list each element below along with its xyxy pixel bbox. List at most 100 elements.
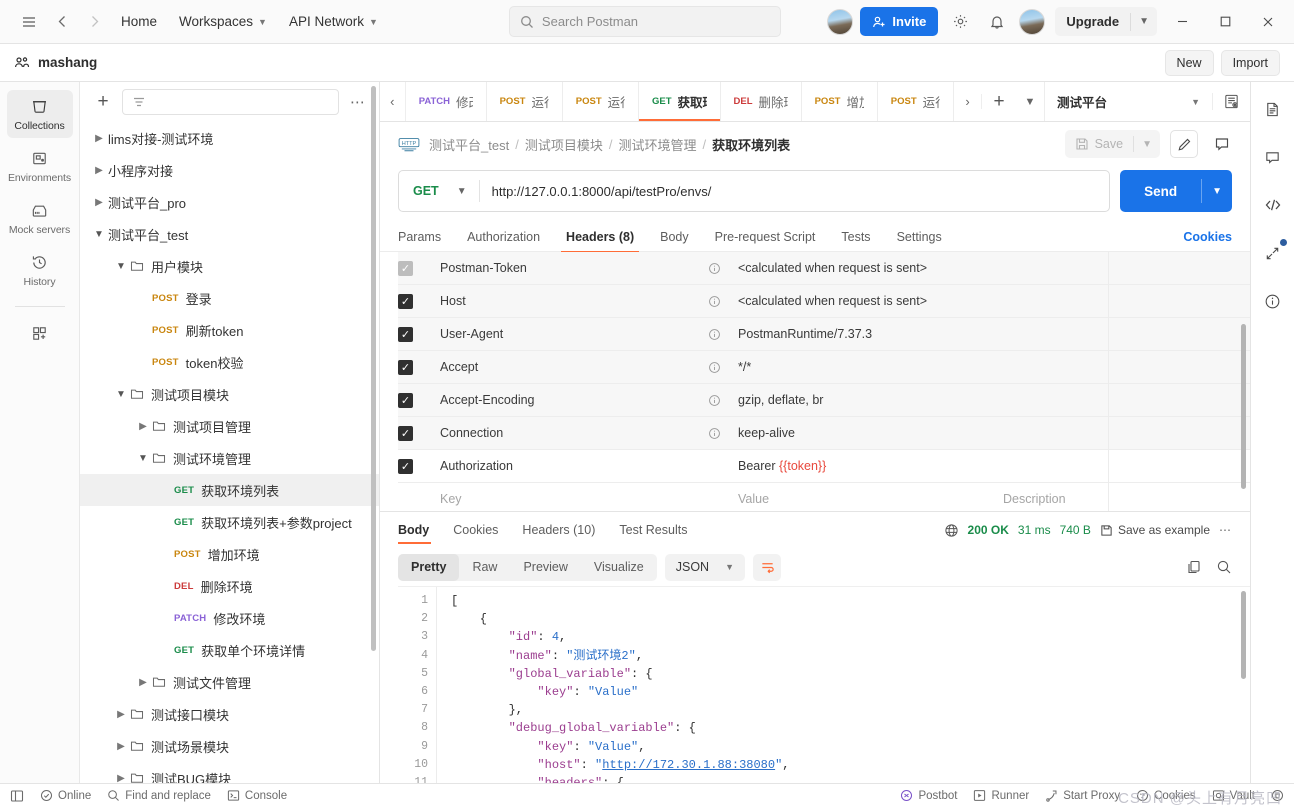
header-key[interactable]: Host <box>440 294 708 308</box>
tabs-scroll-left-icon[interactable]: ‹ <box>380 82 406 121</box>
request-tab-tests[interactable]: Tests <box>828 222 883 252</box>
postbot-button[interactable]: Postbot <box>900 789 957 802</box>
new-collection-button[interactable]: + <box>92 91 114 113</box>
tree-request-item[interactable]: POST token校验 <box>80 346 379 378</box>
header-value[interactable]: keep-alive <box>738 426 993 440</box>
view-mode-visualize[interactable]: Visualize <box>581 554 657 581</box>
request-tab-body[interactable]: Body <box>647 222 702 252</box>
tree-request-item[interactable]: PATCH 修改环境 <box>80 602 379 634</box>
header-enabled-checkbox[interactable]: ✓ <box>398 359 413 375</box>
chevron-right-icon[interactable]: ▶ <box>112 773 130 784</box>
sidebar-filter-input[interactable] <box>122 89 339 115</box>
forward-icon[interactable] <box>80 8 108 36</box>
user-avatar[interactable] <box>1019 8 1046 35</box>
response-body-code[interactable]: [ { "id": 4, "name": "测试环境2", "global_va… <box>436 587 1250 783</box>
request-tab-headers[interactable]: Headers (8) <box>553 222 647 253</box>
header-value[interactable]: Bearer {{token}} <box>738 459 993 473</box>
header-key[interactable]: Postman-Token <box>440 261 708 275</box>
trash-icon[interactable] <box>1271 789 1284 802</box>
response-scrollbar[interactable] <box>1241 591 1246 679</box>
tree-folder-item[interactable]: ▶ 测试场景模块 <box>80 730 379 762</box>
breadcrumb-item[interactable]: 测试平台_test <box>429 135 509 154</box>
header-info-icon[interactable] <box>708 295 738 308</box>
tree-folder-item[interactable]: ▶ 测试接口模块 <box>80 698 379 730</box>
breadcrumb-item[interactable]: 测试项目模块 <box>525 135 603 154</box>
request-tab-settings[interactable]: Settings <box>884 222 955 252</box>
hamburger-icon[interactable] <box>14 7 44 37</box>
send-button[interactable]: Send <box>1120 170 1201 212</box>
gear-icon[interactable] <box>945 7 975 37</box>
header-row[interactable]: ✓ Postman-Token <calculated when request i… <box>398 252 1250 285</box>
chevron-right-icon[interactable]: ▶ <box>134 421 152 432</box>
cookies-button[interactable]: Cookies <box>1136 789 1196 802</box>
invite-button[interactable]: Invite <box>860 7 939 36</box>
maximize-icon[interactable] <box>1207 7 1243 37</box>
pencil-icon[interactable] <box>1170 130 1198 158</box>
request-tab-params[interactable]: Params <box>398 222 454 252</box>
response-format-select[interactable]: JSON ▼ <box>664 553 745 581</box>
header-enabled-checkbox[interactable]: ✓ <box>398 260 413 276</box>
chevron-right-icon[interactable]: ▶ <box>90 197 108 208</box>
open-tab[interactable]: GET 获取环 <box>639 82 721 121</box>
home-link[interactable]: Home <box>112 9 166 34</box>
upgrade-button[interactable]: Upgrade <box>1055 14 1130 29</box>
header-empty-row[interactable]: Key Value Description <box>398 483 1250 511</box>
header-row[interactable]: ✓ Connection keep-alive <box>398 417 1250 450</box>
sidebar-item-mock-servers[interactable]: Mock servers <box>7 194 73 242</box>
view-mode-pretty[interactable]: Pretty <box>398 553 460 581</box>
header-value[interactable]: gzip, deflate, br <box>738 393 993 407</box>
request-tab-pre-request-script[interactable]: Pre-request Script <box>702 222 829 252</box>
header-row[interactable]: ✓ Accept-Encoding gzip, deflate, br <box>398 384 1250 417</box>
new-tab-button[interactable]: + <box>982 91 1016 113</box>
documentation-icon[interactable] <box>1259 96 1287 122</box>
header-enabled-checkbox[interactable]: ✓ <box>398 425 413 441</box>
upgrade-chevron-down-icon[interactable]: ▼ <box>1131 16 1157 27</box>
avatar[interactable] <box>827 8 854 35</box>
headers-scrollbar[interactable] <box>1241 324 1246 489</box>
minimize-icon[interactable] <box>1164 7 1200 37</box>
search-input[interactable]: Search Postman <box>508 6 781 37</box>
chevron-right-icon[interactable]: ▶ <box>134 677 152 688</box>
header-info-icon[interactable] <box>708 361 738 374</box>
sidebar-scrollbar[interactable] <box>371 86 376 651</box>
api-network-menu[interactable]: API Network ▼ <box>280 9 387 34</box>
header-row[interactable]: ✓ User-Agent PostmanRuntime/7.37.3 <box>398 318 1250 351</box>
header-key[interactable]: User-Agent <box>440 327 708 341</box>
chevron-down-icon[interactable]: ▼ <box>90 229 108 240</box>
tree-folder-item[interactable]: ▶ 测试文件管理 <box>80 666 379 698</box>
vault-button[interactable]: Vault <box>1212 789 1255 802</box>
open-tab[interactable]: POST 增加 <box>802 82 878 121</box>
header-key[interactable]: Accept <box>440 360 708 374</box>
header-row[interactable]: ✓ Host <calculated when request is sent> <box>398 285 1250 318</box>
tree-request-item[interactable]: GET 获取环境列表 <box>80 474 379 506</box>
import-button[interactable]: Import <box>1220 49 1280 76</box>
view-mode-raw[interactable]: Raw <box>459 554 510 581</box>
open-tab[interactable]: POST 运行 <box>563 82 639 121</box>
header-enabled-checkbox[interactable]: ✓ <box>398 392 413 408</box>
cookies-link[interactable]: Cookies <box>1183 230 1232 244</box>
find-and-replace-button[interactable]: Find and replace <box>107 789 211 802</box>
header-key[interactable]: Connection <box>440 426 708 440</box>
save-as-example-button[interactable]: Save as example <box>1100 523 1210 537</box>
add-module-button[interactable] <box>7 317 73 349</box>
header-info-icon[interactable] <box>708 394 738 407</box>
sidebar-more-icon[interactable]: ⋯ <box>347 93 369 111</box>
chevron-right-icon[interactable]: ▶ <box>90 165 108 176</box>
open-tab[interactable]: POST 运行 <box>878 82 954 121</box>
chevron-right-icon[interactable]: ▶ <box>112 741 130 752</box>
header-description-placeholder[interactable]: Description <box>993 492 1250 506</box>
tree-request-item[interactable]: POST 刷新token <box>80 314 379 346</box>
save-chevron-down-icon[interactable]: ▼ <box>1134 139 1160 150</box>
tree-collection-item[interactable]: ▶ 测试平台_pro <box>80 186 379 218</box>
header-enabled-checkbox[interactable]: ✓ <box>398 326 413 342</box>
search-icon[interactable] <box>1216 559 1232 575</box>
response-tab-test-results[interactable]: Test Results <box>607 512 699 548</box>
tabs-overflow-chevron-down-icon[interactable]: ▼ <box>1016 96 1044 108</box>
tree-request-item[interactable]: GET 获取单个环境详情 <box>80 634 379 666</box>
url-input[interactable]: http://127.0.0.1:8000/api/testPro/envs/ <box>480 184 1109 199</box>
chevron-down-icon[interactable]: ▼ <box>112 261 130 272</box>
header-key[interactable]: Accept-Encoding <box>440 393 708 407</box>
header-row[interactable]: ✓ Accept */* <box>398 351 1250 384</box>
chevron-down-icon[interactable]: ▼ <box>134 453 152 464</box>
start-proxy-button[interactable]: Start Proxy <box>1045 789 1120 802</box>
